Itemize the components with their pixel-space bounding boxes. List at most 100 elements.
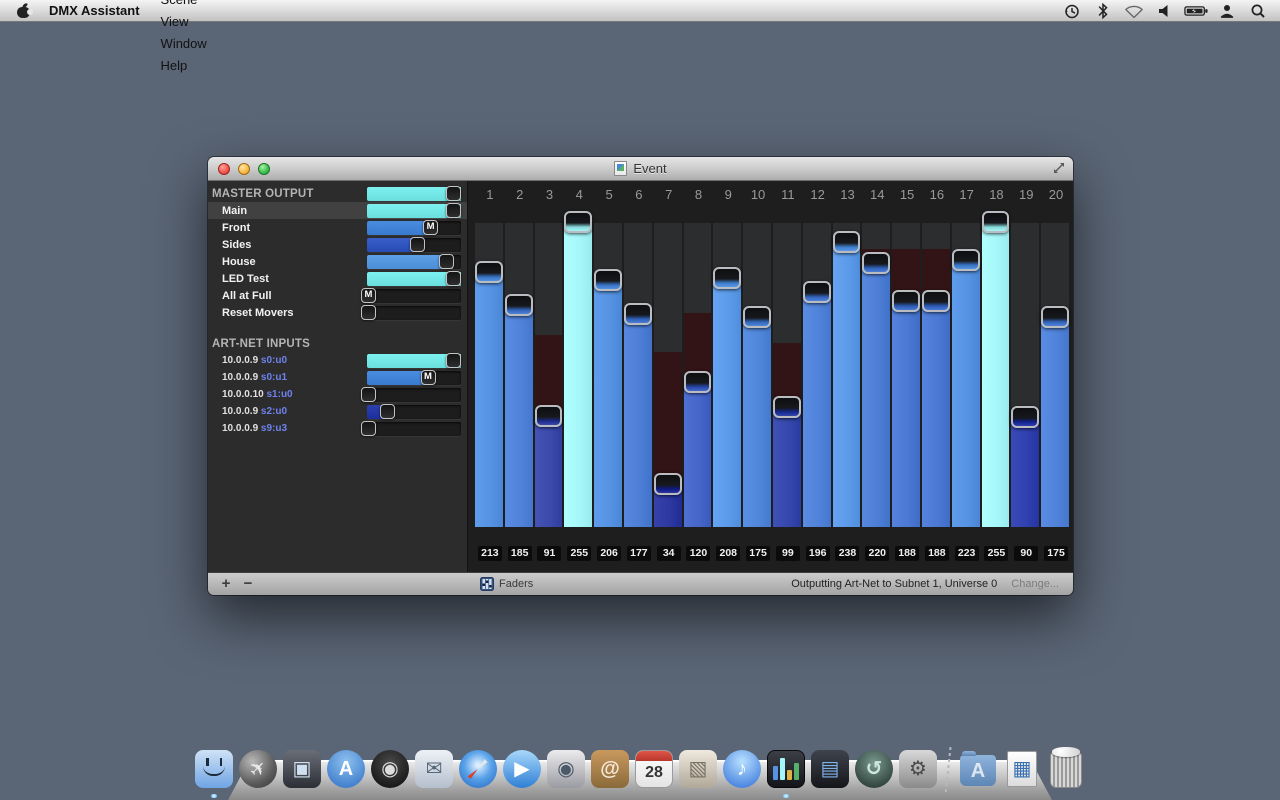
fader-bar[interactable]: [743, 320, 771, 527]
minimize-button[interactable]: [238, 163, 250, 175]
launchpad-icon[interactable]: ✈: [238, 749, 278, 789]
fader-channel-6[interactable]: [624, 223, 652, 527]
menu-window[interactable]: Window: [151, 33, 217, 55]
user-icon[interactable]: [1215, 0, 1239, 22]
menu-help[interactable]: Help: [151, 55, 217, 77]
fader-bar[interactable]: [1011, 420, 1039, 527]
master-item-main-slider[interactable]: [367, 204, 461, 218]
artnet-item-s2-u0-slider[interactable]: [367, 405, 461, 419]
fullscreen-icon[interactable]: [1053, 162, 1065, 174]
fader-bar[interactable]: [684, 385, 712, 527]
master-item-all-at-full-slider-knob[interactable]: M: [361, 288, 376, 303]
apple-menu[interactable]: [8, 4, 38, 18]
master-item-reset-movers-slider-knob[interactable]: [361, 305, 376, 320]
master-item-front[interactable]: FrontM: [208, 219, 467, 236]
master-item-front-slider-knob[interactable]: M: [423, 220, 438, 235]
fader-knob[interactable]: [892, 290, 920, 312]
menu-view[interactable]: View: [151, 11, 217, 33]
artnet-item-s1-u0-slider-knob[interactable]: [361, 387, 376, 402]
master-item-sides-slider-knob[interactable]: [410, 237, 425, 252]
master-item-main-slider-knob[interactable]: [446, 203, 461, 218]
fader-channel-3[interactable]: [535, 223, 563, 527]
master-item-house-slider[interactable]: [367, 255, 461, 269]
master-item-front-slider[interactable]: M: [367, 221, 461, 235]
volume-icon[interactable]: [1153, 0, 1177, 22]
zoom-button[interactable]: [258, 163, 270, 175]
fader-knob[interactable]: [922, 290, 950, 312]
add-button[interactable]: +: [216, 573, 236, 596]
fader-bar[interactable]: [922, 304, 950, 527]
menu-scene[interactable]: Scene: [151, 0, 217, 11]
artnet-item-s0-u1[interactable]: 10.0.0.9 s0:u1M: [208, 369, 467, 386]
fader-channel-17[interactable]: [952, 223, 980, 527]
fader-knob[interactable]: [564, 211, 592, 233]
master-item-sides[interactable]: Sides: [208, 236, 467, 253]
fader-knob[interactable]: [773, 396, 801, 418]
fader-channel-11[interactable]: [773, 223, 801, 527]
master-item-all-at-full-slider[interactable]: M: [367, 289, 461, 303]
artnet-item-s1-u0[interactable]: 10.0.0.10 s1:u0: [208, 386, 467, 403]
change-output-link[interactable]: Change...: [1011, 578, 1059, 590]
fader-channel-1[interactable]: [475, 223, 503, 527]
safari-icon[interactable]: [458, 749, 498, 789]
master-item-house-slider-knob[interactable]: [439, 254, 454, 269]
fader-bar[interactable]: [1041, 320, 1069, 527]
dashboard-icon[interactable]: ◉: [370, 749, 410, 789]
fader-channel-20[interactable]: [1041, 223, 1069, 527]
artnet-item-s9-u3-slider-knob[interactable]: [361, 421, 376, 436]
master-item-all-at-full[interactable]: All at FullM: [208, 287, 467, 304]
fader-bar[interactable]: [892, 304, 920, 527]
fader-knob[interactable]: [684, 371, 712, 393]
master-item-reset-movers[interactable]: Reset Movers: [208, 304, 467, 321]
artnet-item-s0-u0-slider[interactable]: [367, 354, 461, 368]
fader-bar[interactable]: [982, 225, 1010, 527]
fader-channel-16[interactable]: [922, 223, 950, 527]
fader-channel-18[interactable]: [982, 223, 1010, 527]
master-item-led-test-slider[interactable]: [367, 272, 461, 286]
artnet-item-s0-u1-slider[interactable]: M: [367, 371, 461, 385]
fader-bar[interactable]: [952, 263, 980, 527]
fader-channel-19[interactable]: [1011, 223, 1039, 527]
artnet-item-s0-u1-slider-knob[interactable]: M: [421, 370, 436, 385]
fader-bar[interactable]: [535, 419, 563, 527]
master-item-house[interactable]: House: [208, 253, 467, 270]
fader-bar[interactable]: [475, 275, 503, 527]
fader-bar[interactable]: [505, 308, 533, 527]
time-machine-icon[interactable]: [1060, 0, 1084, 22]
time-machine-icon[interactable]: ↺: [854, 749, 894, 789]
artnet-item-s0-u0[interactable]: 10.0.0.9 s0:u0: [208, 352, 467, 369]
bluetooth-icon[interactable]: [1091, 0, 1115, 22]
fader-knob[interactable]: [535, 405, 563, 427]
fader-bar[interactable]: [713, 281, 741, 527]
artnet-item-s2-u0-slider-knob[interactable]: [380, 404, 395, 419]
close-button[interactable]: [218, 163, 230, 175]
ichat-icon[interactable]: ▶: [502, 749, 542, 789]
master-output-slider[interactable]: [367, 187, 461, 201]
photo-booth-icon[interactable]: ▧: [678, 749, 718, 789]
fader-bar[interactable]: [773, 410, 801, 527]
fader-knob[interactable]: [803, 281, 831, 303]
dmx-assistant-dock-icon[interactable]: [766, 749, 806, 789]
master-output-slider-knob[interactable]: [446, 186, 461, 201]
itunes-icon[interactable]: ♪: [722, 749, 762, 789]
artnet-item-s9-u3[interactable]: 10.0.0.9 s9:u3: [208, 420, 467, 437]
fader-knob[interactable]: [833, 231, 861, 253]
dmx-document-icon[interactable]: ▦: [1002, 749, 1042, 789]
window-title-bar[interactable]: Event: [208, 157, 1073, 181]
fader-channel-8[interactable]: [684, 223, 712, 527]
master-item-main[interactable]: Main: [208, 202, 467, 219]
fader-channel-9[interactable]: [713, 223, 741, 527]
battery-icon[interactable]: [1184, 0, 1208, 22]
fader-knob[interactable]: [743, 306, 771, 328]
fader-bar[interactable]: [564, 225, 592, 527]
master-item-led-test-slider-knob[interactable]: [446, 271, 461, 286]
mail-icon[interactable]: ✉: [414, 749, 454, 789]
fader-knob[interactable]: [982, 211, 1010, 233]
fader-channel-12[interactable]: [803, 223, 831, 527]
fader-knob[interactable]: [475, 261, 503, 283]
app-store-icon[interactable]: A: [326, 749, 366, 789]
fader-bar[interactable]: [594, 283, 622, 527]
fader-knob[interactable]: [862, 252, 890, 274]
midi-app-icon[interactable]: ▤: [810, 749, 850, 789]
fader-knob[interactable]: [594, 269, 622, 291]
